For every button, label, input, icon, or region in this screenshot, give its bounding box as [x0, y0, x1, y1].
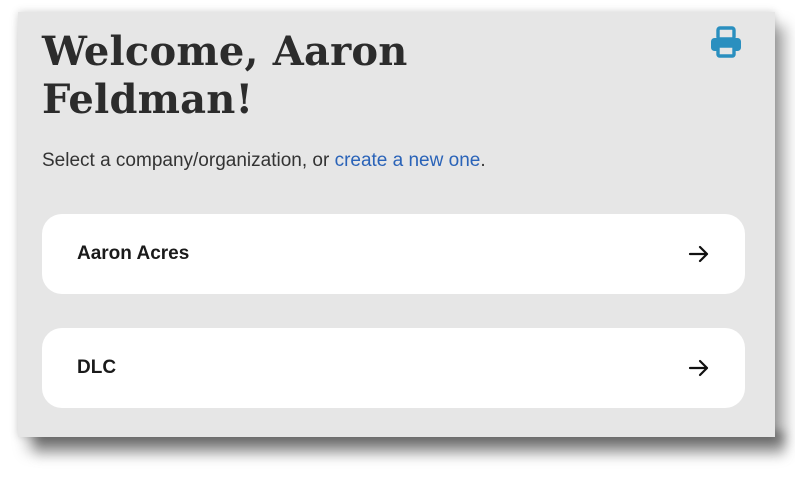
organization-name: Aaron Acres [77, 243, 190, 264]
page-title: Welcome, Aaron Feldman! [42, 28, 408, 123]
instructions-text: Select a company/organization, or create… [42, 148, 486, 174]
welcome-panel: Welcome, Aaron Feldman! Select a company… [18, 12, 775, 437]
arrow-right-icon [688, 245, 709, 263]
instructions-prefix: Select a company/organization, or [42, 150, 335, 171]
screen: Welcome, Aaron Feldman! Select a company… [0, 0, 795, 482]
organization-list: Aaron Acres DLC [42, 214, 745, 442]
organization-name: DLC [77, 357, 117, 378]
create-new-organization-link[interactable]: create a new one [335, 150, 481, 171]
arrow-right-icon [688, 359, 709, 377]
instructions-suffix: . [480, 150, 486, 171]
organization-item-aaron-acres[interactable]: Aaron Acres [42, 214, 745, 294]
print-icon [711, 26, 741, 58]
print-button[interactable] [706, 24, 746, 60]
organization-item-dlc[interactable]: DLC [42, 328, 745, 408]
